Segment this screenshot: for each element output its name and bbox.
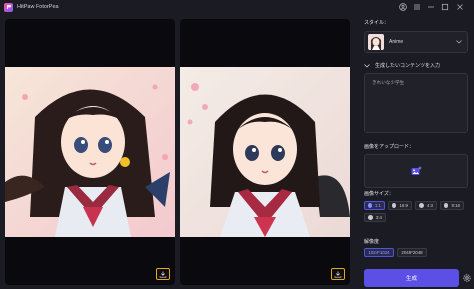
style-thumbnail [368, 34, 384, 50]
resolution-option-2048[interactable]: 2048*2048 [397, 248, 427, 257]
download-icon [159, 271, 167, 278]
settings-icon[interactable] [461, 272, 472, 283]
chevron-down-icon [456, 40, 462, 44]
size-option-label: 4:3 [426, 203, 433, 208]
ratio-icon [444, 203, 449, 208]
close-icon[interactable] [455, 2, 465, 12]
size-option-9-16[interactable]: 9:16 [440, 201, 464, 210]
generate-button[interactable]: 生成 [364, 269, 459, 287]
ratio-icon [392, 203, 397, 208]
resolution-option-label: 2048*2048 [401, 250, 423, 255]
title-bar: HitPaw FotorPea [0, 0, 474, 14]
settings-sidebar: スタイル： Anime 生成したいコンテンツを入力 きれいな少学生 画像をアップ… [358, 14, 474, 289]
size-option-label: 1:1 [374, 203, 381, 208]
size-option-label: 9:16 [451, 203, 460, 208]
size-option-16-9[interactable]: 16:9 [388, 201, 412, 210]
upload-image-icon [411, 166, 421, 175]
style-label: スタイル： [364, 20, 390, 26]
download-icon [334, 271, 342, 278]
minimize-icon[interactable] [426, 2, 436, 12]
generate-label: 生成 [405, 276, 417, 282]
app-logo-icon [4, 2, 13, 12]
result-panel-2 [180, 19, 350, 285]
menu-icon[interactable] [412, 2, 422, 12]
prompt-text: きれいな少学生 [372, 80, 405, 85]
size-option-label: 16:9 [399, 203, 408, 208]
result-panel-1 [5, 19, 175, 285]
app-title: HitPaw FotorPea [17, 4, 59, 10]
size-option-4-3[interactable]: 4:3 [415, 201, 437, 210]
style-dropdown[interactable]: Anime [364, 31, 468, 53]
generated-image-2[interactable] [180, 67, 350, 237]
upload-label: 画像をアップロード： [364, 144, 415, 150]
size-options: 1:1 16:9 4:3 9:16 3:4 [364, 201, 468, 222]
size-option-3-4[interactable]: 3:4 [364, 213, 386, 222]
download-button-1[interactable] [156, 268, 170, 280]
prompt-textarea[interactable]: きれいな少学生 [364, 73, 468, 133]
upload-image-area[interactable] [364, 154, 468, 188]
resolution-option-1024[interactable]: 1024*1024 [364, 248, 394, 257]
resolution-option-label: 1024*1024 [368, 250, 390, 255]
app-window: HitPaw FotorPea スタイル： Anime 生成したいコンテンツを入… [0, 0, 474, 289]
chevron-down-icon [364, 63, 370, 67]
resolution-options: 1024*1024 2048*2048 [364, 248, 427, 257]
prompt-section-toggle[interactable]: 生成したいコンテンツを入力 [364, 62, 440, 69]
download-button-2[interactable] [331, 268, 345, 280]
style-value: Anime [389, 39, 404, 45]
prompt-label: 生成したいコンテンツを入力 [375, 63, 441, 69]
maximize-icon[interactable] [440, 2, 450, 12]
ratio-icon [368, 215, 373, 220]
size-label: 画像サイズ： [364, 191, 394, 197]
ratio-icon [419, 203, 424, 208]
generated-image-1[interactable] [5, 67, 175, 237]
resolution-label: 解像度 [364, 239, 380, 245]
ratio-icon [368, 203, 372, 208]
size-option-label: 3:4 [375, 215, 382, 220]
account-icon[interactable] [398, 2, 408, 12]
size-option-1-1[interactable]: 1:1 [364, 201, 385, 210]
